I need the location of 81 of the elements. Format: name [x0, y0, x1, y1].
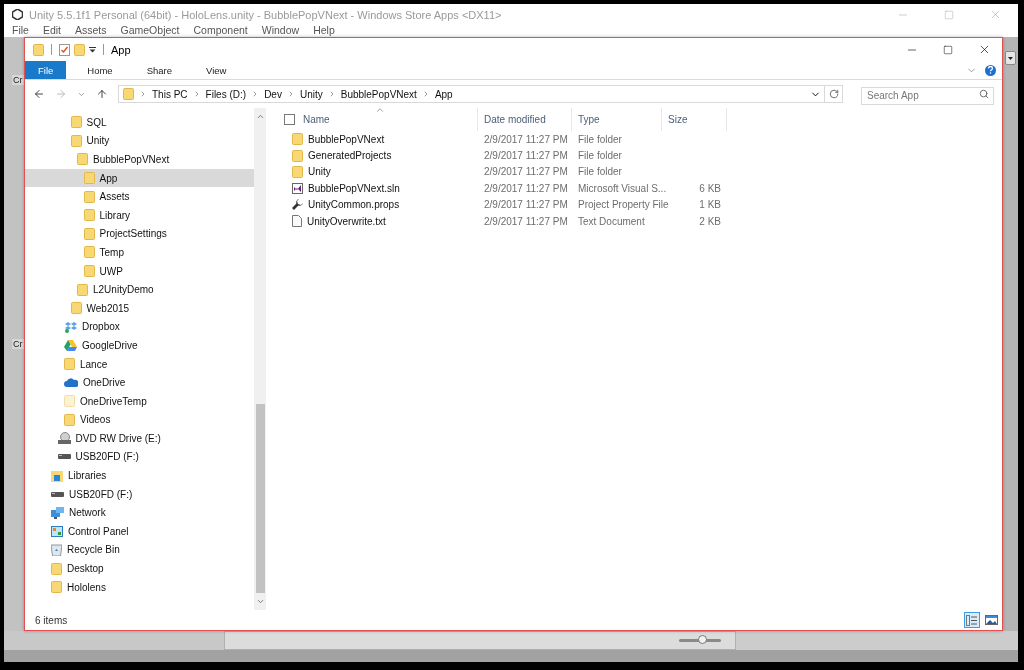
date-modified: 2/9/2017 11:27 PM — [483, 182, 568, 194]
nav-tree-item[interactable]: DVD RW Drive (E:) — [25, 429, 254, 448]
file-type: File folder — [577, 166, 622, 178]
search-field[interactable]: Search App — [861, 86, 994, 105]
nav-tree-item[interactable]: Desktop — [25, 559, 254, 578]
nav-tree-item[interactable]: Recycle Bin — [25, 540, 254, 560]
panel-tab[interactable]: Cr — [12, 339, 24, 349]
nav-tree-item[interactable]: Web2015 — [25, 298, 254, 318]
file-row[interactable]: UnityCommon.props 2/9/2017 11:27 PM Project Property File 1 KB — [278, 196, 1002, 213]
ribbon-tab[interactable]: File — [25, 61, 67, 79]
file-type: File folder — [577, 150, 622, 162]
item-count: 6 items — [35, 614, 68, 626]
nav-tree-item[interactable]: App — [25, 168, 254, 188]
nav-tree-item[interactable]: Assets — [25, 187, 254, 206]
nav-tree-item[interactable]: UWP — [25, 261, 254, 281]
breadcrumb[interactable]: BubblePopVNext — [340, 88, 417, 100]
file-size: 6 KB — [698, 182, 722, 194]
file-size: 2 KB — [698, 215, 722, 227]
menu-item[interactable]: Window — [261, 25, 300, 36]
file-row[interactable]: Unity 2/9/2017 11:27 PM File folder — [278, 163, 1002, 181]
file-row[interactable]: BubblePopVNext 2/9/2017 11:27 PM File folder — [278, 131, 1002, 148]
ribbon-tab[interactable]: Share — [135, 61, 183, 79]
file-name: Unity — [308, 166, 331, 178]
nav-tree-item[interactable]: GoogleDrive — [25, 336, 254, 355]
nav-tree-item[interactable]: USB20FD (F:) — [25, 484, 254, 504]
breadcrumb[interactable]: Unity — [299, 88, 323, 100]
nav-tree-item[interactable]: OneDriveTemp — [25, 391, 254, 411]
nav-tree-item[interactable]: Library — [25, 205, 254, 225]
nav-tree-item[interactable]: USB20FD (F:) — [25, 447, 254, 467]
nav-tree-item[interactable]: BubblePopVNext — [25, 150, 254, 169]
nav-tree-item[interactable]: Videos — [25, 410, 254, 430]
file-type: Project Property File — [577, 199, 669, 211]
column-header[interactable]: Size — [662, 108, 727, 131]
breadcrumb[interactable]: This PC — [152, 88, 188, 100]
column-header[interactable]: Date modified — [478, 108, 572, 131]
menu-item[interactable]: File — [12, 25, 29, 36]
nav-tree-item[interactable]: SQL — [25, 113, 254, 132]
menu-item[interactable]: Component — [193, 25, 248, 36]
nav-tree-item[interactable]: Lance — [25, 354, 254, 374]
file-name: BubblePopVNext.sln — [308, 182, 400, 194]
breadcrumb[interactable]: Dev — [264, 88, 282, 100]
nav-tree-item[interactable]: Dropbox — [25, 317, 254, 337]
file-row[interactable]: BubblePopVNext.sln 2/9/2017 11:27 PM Microsoft Visual S... 6 KB — [278, 180, 1002, 197]
window-title: App — [111, 43, 131, 56]
menu-item[interactable]: Help — [313, 25, 335, 36]
date-modified: 2/9/2017 11:27 PM — [483, 150, 568, 162]
ribbon-tab[interactable]: Home — [76, 61, 124, 79]
file-type: Text Document — [577, 215, 645, 227]
breadcrumb[interactable]: App — [434, 88, 453, 100]
file-size: 1 KB — [698, 199, 722, 211]
file-name: BubblePopVNext — [308, 133, 385, 145]
nav-tree-item[interactable]: Network — [25, 503, 254, 523]
date-modified: 2/9/2017 11:27 PM — [483, 166, 568, 178]
window-title: Unity 5.5.1f1 Personal (64bit) - HoloLens.unity - BubblePopVNext - Windows Store Apps <DX11> — [29, 8, 502, 21]
menu-item[interactable]: Edit — [42, 25, 61, 36]
nav-tree-item[interactable]: Hololens — [25, 577, 254, 597]
file-type: Microsoft Visual S... — [577, 182, 667, 194]
nav-tree-item[interactable]: ProjectSettings — [25, 224, 254, 244]
ribbon-tab[interactable]: View — [195, 61, 238, 79]
address-bar[interactable]: This PC Files (D:) Dev Unity BubblePopVNext App — [118, 85, 843, 103]
menu-item[interactable]: GameObject — [120, 25, 180, 36]
column-header[interactable]: Type — [572, 108, 662, 131]
nav-tree-item[interactable]: L2UnityDemo — [25, 280, 254, 299]
file-type: File folder — [577, 133, 622, 145]
date-modified: 2/9/2017 11:27 PM — [483, 199, 568, 211]
nav-tree-item[interactable]: Libraries — [25, 466, 254, 485]
file-name: UnityOverwrite.txt — [307, 215, 386, 227]
nav-tree-item[interactable]: Unity — [25, 131, 254, 151]
file-name: UnityCommon.props — [308, 199, 400, 211]
file-row[interactable]: GeneratedProjects 2/9/2017 11:27 PM File folder — [278, 147, 1002, 164]
panel-tab[interactable]: Cr — [12, 75, 24, 85]
column-header[interactable]: Name — [278, 108, 478, 131]
breadcrumb[interactable]: Files (D:) — [205, 88, 247, 100]
date-modified: 2/9/2017 11:27 PM — [483, 215, 568, 227]
nav-tree-item[interactable]: Control Panel — [25, 522, 254, 541]
nav-tree-item[interactable]: Temp — [25, 243, 254, 262]
file-row[interactable]: UnityOverwrite.txt 2/9/2017 11:27 PM Text Document 2 KB — [278, 212, 1002, 230]
menu-item[interactable]: Assets — [75, 25, 107, 36]
file-name: GeneratedProjects — [308, 150, 392, 162]
nav-tree-item[interactable]: OneDrive — [25, 373, 254, 392]
date-modified: 2/9/2017 11:27 PM — [483, 133, 568, 145]
